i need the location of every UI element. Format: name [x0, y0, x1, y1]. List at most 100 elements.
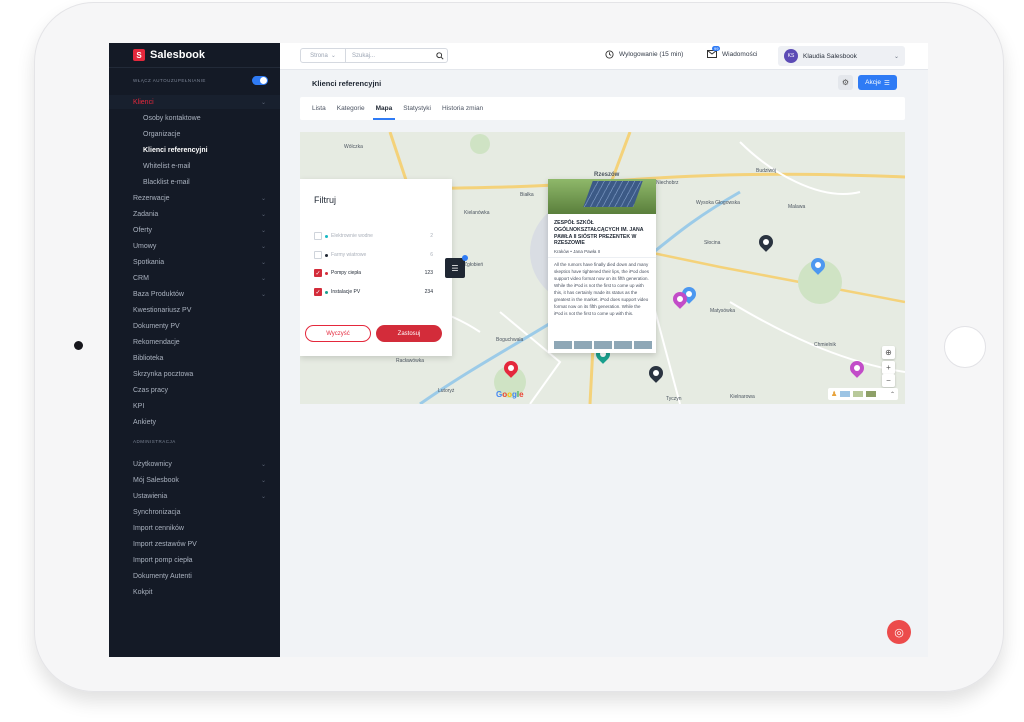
filter-option[interactable]: Farmy wiatrowe 6 [314, 250, 433, 260]
filter-checkbox[interactable]: ✓ [314, 288, 322, 296]
tablet-home-button [944, 326, 986, 368]
map-type-thumbnail[interactable] [840, 391, 851, 397]
location-title: ZESPÓŁ SZKÓŁ OGÓLNOKSZTAŁCĄCYCH IM. JANA… [554, 220, 644, 247]
sidebar-item-skrzynka-pocztowa[interactable]: Skrzynka pocztowa [109, 367, 280, 381]
sidebar-item-kpi[interactable]: KPI [109, 399, 280, 413]
sidebar-item-klienci-referencyjni[interactable]: Klienci referencyjni [109, 143, 280, 157]
locate-me-button[interactable]: ⊕ [882, 346, 895, 359]
sidebar-item-import-zestawów-pv[interactable]: Import zestawów PV [109, 537, 280, 551]
tablet-camera [74, 341, 83, 350]
filter-option-label: Elektrownie wodne [331, 233, 373, 239]
tab-lista[interactable]: Lista [312, 97, 326, 120]
map-type-thumbnail[interactable] [866, 391, 877, 397]
sidebar-item-label: Zadania [133, 210, 159, 218]
menu-icon: ☰ [884, 79, 890, 87]
photo-thumbnail[interactable] [554, 341, 572, 349]
sidebar-item-label: Organizacje [143, 130, 181, 138]
sidebar-item-label: Whitelist e-mail [143, 162, 191, 170]
sliders-icon: ☰ [451, 263, 459, 273]
tab-statystyki[interactable]: Statystyki [403, 97, 431, 120]
map-label: Racławówka [396, 358, 425, 364]
sidebar-item-synchronizacja[interactable]: Synchronizacja [109, 505, 280, 519]
sidebar-item-osoby-kontaktowe[interactable]: Osoby kontaktowe [109, 111, 280, 125]
sidebar-item-biblioteka[interactable]: Biblioteka [109, 351, 280, 365]
sidebar-item-czas-pracy[interactable]: Czas pracy [109, 383, 280, 397]
tab-mapa[interactable]: Mapa [372, 97, 395, 120]
sidebar-item-kokpit[interactable]: Kokpit [109, 585, 280, 599]
minus-icon: − [886, 376, 891, 385]
clear-filter-button[interactable]: Wyczyść [305, 325, 371, 342]
filter-option[interactable]: Elektrownie wodne 2 [314, 231, 433, 241]
sidebar-item-użytkownicy[interactable]: Użytkownicy ⌄ [109, 457, 280, 471]
sidebar-item-organizacje[interactable]: Organizacje [109, 127, 280, 141]
photo-thumbnail[interactable] [614, 341, 632, 349]
filter-toggle-button[interactable]: ☰ [445, 255, 468, 278]
map-label: Matysówka [710, 308, 736, 314]
map-label: Tyczyn [666, 396, 682, 402]
sidebar-item-ankiety[interactable]: Ankiety [109, 415, 280, 429]
search-scope-select[interactable]: Strona ⌄ [301, 49, 346, 62]
search-input[interactable]: Szukaj... [346, 53, 433, 59]
chevron-down-icon: ⌄ [260, 243, 266, 250]
chevron-down-icon: ⌄ [260, 227, 266, 234]
sidebar-item-rekomendacje[interactable]: Rekomendacje [109, 335, 280, 349]
sidebar-item-baza-produktów[interactable]: Baza Produktów ⌄ [109, 287, 280, 301]
sidebar-item-oferty[interactable]: Oferty ⌄ [109, 223, 280, 237]
map-view[interactable]: Wólczka Rzeszów Kielanówka Malawa Boguch… [300, 132, 905, 404]
tab-kategorie[interactable]: Kategorie [337, 97, 365, 120]
messages-button[interactable]: 99 Wiadomości [707, 46, 757, 58]
sidebar-item-spotkania[interactable]: Spotkania ⌄ [109, 255, 280, 269]
app-logo[interactable]: S Salesbook [133, 48, 205, 62]
filter-checkbox[interactable]: ✓ [314, 269, 322, 277]
sidebar-item-label: Blacklist e-mail [143, 178, 190, 186]
filter-title: Filtruj [314, 195, 336, 205]
actions-button[interactable]: Akcje ☰ [858, 75, 897, 90]
sidebar-item-kwestionariusz-pv[interactable]: Kwestionariusz PV [109, 303, 280, 317]
sidebar-item-rezerwacje[interactable]: Rezerwacje ⌄ [109, 191, 280, 205]
zoom-out-button[interactable]: − [882, 374, 895, 387]
search-bar: Strona ⌄ Szukaj... [300, 48, 448, 63]
zoom-in-button[interactable]: + [882, 361, 895, 374]
apply-filter-button[interactable]: Zastosuj [376, 325, 442, 342]
sidebar-item-label: Dokumenty Autenti [133, 572, 192, 580]
sidebar-item-import-pomp-ciepła[interactable]: Import pomp ciepła [109, 553, 280, 567]
filter-option[interactable]: ✓ Pompy ciepła 123 [314, 268, 433, 278]
tab-historia-zmian[interactable]: Historia zmian [442, 97, 483, 120]
sidebar-item-dokumenty-autenti[interactable]: Dokumenty Autenti [109, 569, 280, 583]
google-logo: Google [496, 390, 524, 399]
sidebar-item-ustawienia[interactable]: Ustawienia ⌄ [109, 489, 280, 503]
chevron-down-icon: ⌄ [260, 99, 266, 106]
help-button[interactable]: ◎ [887, 620, 911, 644]
logo-icon: S [133, 49, 145, 61]
chevron-down-icon: ⌄ [893, 53, 899, 60]
filter-checkbox[interactable] [314, 251, 322, 259]
sidebar-item-import-cenników[interactable]: Import cenników [109, 521, 280, 535]
photo-thumbnail[interactable] [634, 341, 652, 349]
sidebar-item-crm[interactable]: CRM ⌄ [109, 271, 280, 285]
sidebar-item-umowy[interactable]: Umowy ⌄ [109, 239, 280, 253]
map-type-thumbnail[interactable] [853, 391, 864, 397]
settings-button[interactable]: ⚙ [838, 75, 853, 90]
autocomplete-toggle[interactable] [252, 75, 268, 85]
user-menu[interactable]: KS Klaudia Salesbook ⌄ [778, 46, 905, 66]
filter-option-count: 2 [430, 233, 433, 239]
chevron-down-icon: ⌄ [260, 477, 266, 484]
sidebar-item-label: Skrzynka pocztowa [133, 370, 194, 378]
sidebar-item-mój-salesbook[interactable]: Mój Salesbook ⌄ [109, 473, 280, 487]
filter-checkbox[interactable] [314, 232, 322, 240]
logout-timer[interactable]: Wylogowanie (15 min) [605, 50, 683, 59]
filter-option-count: 123 [424, 270, 433, 276]
sidebar-item-whitelist-e-mail[interactable]: Whitelist e-mail [109, 159, 280, 173]
sidebar-item-blacklist-e-mail[interactable]: Blacklist e-mail [109, 175, 280, 189]
sidebar-item-dokumenty-pv[interactable]: Dokumenty PV [109, 319, 280, 333]
photo-thumbnail[interactable] [594, 341, 612, 349]
sidebar-item-klienci[interactable]: Klienci ⌄ [109, 95, 280, 109]
top-bar: Strona ⌄ Szukaj... Wylogowanie (15 min) … [280, 43, 928, 70]
sidebar-item-label: Rekomendacje [133, 338, 180, 346]
photo-thumbnail[interactable] [574, 341, 592, 349]
filter-option[interactable]: ✓ Instalacje PV 234 [314, 287, 433, 297]
map-type-controls[interactable]: ♟ ⌃ [828, 388, 898, 400]
search-icon[interactable] [433, 51, 447, 60]
sidebar-item-zadania[interactable]: Zadania ⌄ [109, 207, 280, 221]
clock-icon [605, 50, 614, 59]
